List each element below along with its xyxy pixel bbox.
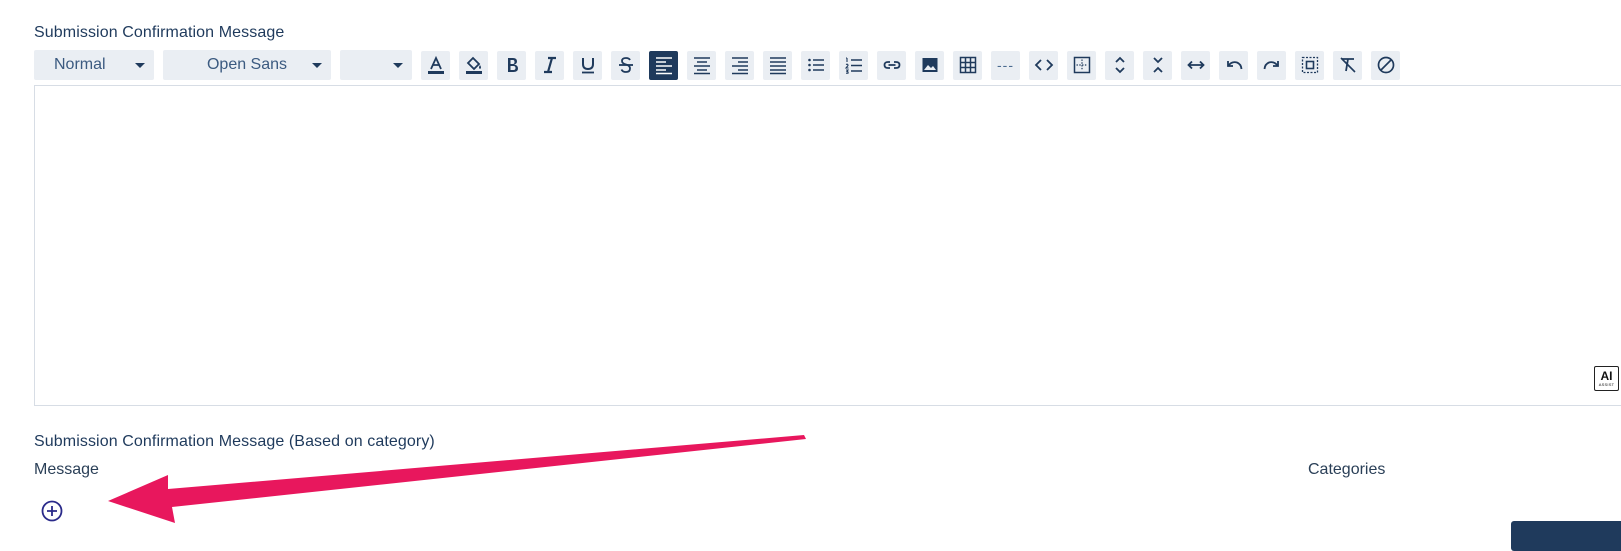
strikethrough-icon bbox=[618, 57, 633, 73]
column-header-categories: Categories bbox=[1308, 461, 1386, 478]
rich-text-editor[interactable] bbox=[34, 85, 1621, 406]
align-right-icon bbox=[731, 57, 748, 75]
numbered-list-icon bbox=[844, 57, 862, 74]
link-icon bbox=[883, 61, 900, 69]
align-justify-button[interactable] bbox=[763, 50, 792, 80]
remove-button[interactable] bbox=[1371, 50, 1400, 80]
ai-assist-label: AI bbox=[1600, 368, 1613, 383]
ai-assist-button[interactable]: AI ASSIST bbox=[1594, 366, 1619, 391]
redo-button[interactable] bbox=[1257, 50, 1286, 80]
italic-button[interactable] bbox=[535, 50, 564, 80]
bold-icon bbox=[507, 58, 518, 72]
remove-icon bbox=[1377, 56, 1394, 74]
bullet-list-icon bbox=[807, 58, 824, 72]
underline-button[interactable] bbox=[573, 50, 602, 80]
background-color-button[interactable] bbox=[459, 50, 488, 80]
special-chars-icon bbox=[1073, 56, 1090, 74]
horizontal-rule-icon: --- bbox=[997, 57, 1014, 73]
expand-vertical-icon bbox=[1114, 56, 1125, 74]
code-view-icon bbox=[1034, 59, 1053, 71]
column-header-message: Message bbox=[34, 461, 99, 478]
font-color-icon bbox=[427, 55, 444, 74]
align-center-icon bbox=[693, 57, 710, 75]
code-view-button[interactable] bbox=[1029, 50, 1058, 80]
align-center-button[interactable] bbox=[687, 50, 716, 80]
italic-icon bbox=[543, 56, 556, 74]
image-button[interactable] bbox=[915, 50, 944, 80]
table-button[interactable] bbox=[953, 50, 982, 80]
horizontal-rule-button[interactable]: --- bbox=[991, 50, 1020, 80]
annotation-arrow bbox=[108, 435, 806, 523]
clear-formatting-button[interactable] bbox=[1333, 50, 1362, 80]
primary-action-button[interactable] bbox=[1511, 521, 1621, 551]
collapse-vertical-icon bbox=[1152, 57, 1163, 73]
format-dropdown-value: Normal bbox=[54, 56, 106, 73]
table-icon bbox=[959, 56, 976, 74]
expand-vertical-button[interactable] bbox=[1105, 50, 1134, 80]
format-dropdown[interactable]: Normal bbox=[34, 50, 154, 80]
strikethrough-button[interactable] bbox=[611, 50, 640, 80]
font-size-dropdown[interactable] bbox=[340, 50, 412, 80]
image-icon bbox=[922, 58, 937, 72]
expand-horizontal-icon bbox=[1186, 60, 1205, 70]
background-color-icon bbox=[465, 56, 482, 74]
editor-toolbar: Normal Open Sans --- bbox=[34, 50, 1409, 80]
align-right-button[interactable] bbox=[725, 50, 754, 80]
align-justify-icon bbox=[769, 57, 786, 75]
bullet-list-button[interactable] bbox=[801, 50, 830, 80]
underline-icon bbox=[581, 58, 594, 74]
special-chars-button[interactable] bbox=[1067, 50, 1096, 80]
undo-icon bbox=[1226, 61, 1242, 70]
caret-down-icon bbox=[135, 63, 145, 68]
align-left-icon bbox=[655, 57, 672, 75]
collapse-vertical-button[interactable] bbox=[1143, 50, 1172, 80]
add-circle-icon[interactable] bbox=[40, 499, 64, 523]
select-all-button[interactable] bbox=[1295, 50, 1324, 80]
numbered-list-button[interactable] bbox=[839, 50, 868, 80]
expand-horizontal-button[interactable] bbox=[1181, 50, 1210, 80]
link-button[interactable] bbox=[877, 50, 906, 80]
undo-button[interactable] bbox=[1219, 50, 1248, 80]
caret-down-icon bbox=[312, 63, 322, 68]
caret-down-icon bbox=[393, 63, 403, 68]
section-title-confirmation: Submission Confirmation Message bbox=[34, 24, 285, 41]
font-family-dropdown[interactable]: Open Sans bbox=[163, 50, 331, 80]
ai-assist-sublabel: ASSIST bbox=[1598, 381, 1615, 387]
font-color-button[interactable] bbox=[421, 50, 450, 80]
align-left-button[interactable] bbox=[649, 50, 678, 80]
select-all-icon bbox=[1301, 56, 1318, 74]
redo-icon bbox=[1263, 61, 1279, 70]
font-dropdown-value: Open Sans bbox=[206, 56, 288, 73]
clear-formatting-icon bbox=[1339, 57, 1356, 73]
bold-button[interactable] bbox=[497, 50, 526, 80]
